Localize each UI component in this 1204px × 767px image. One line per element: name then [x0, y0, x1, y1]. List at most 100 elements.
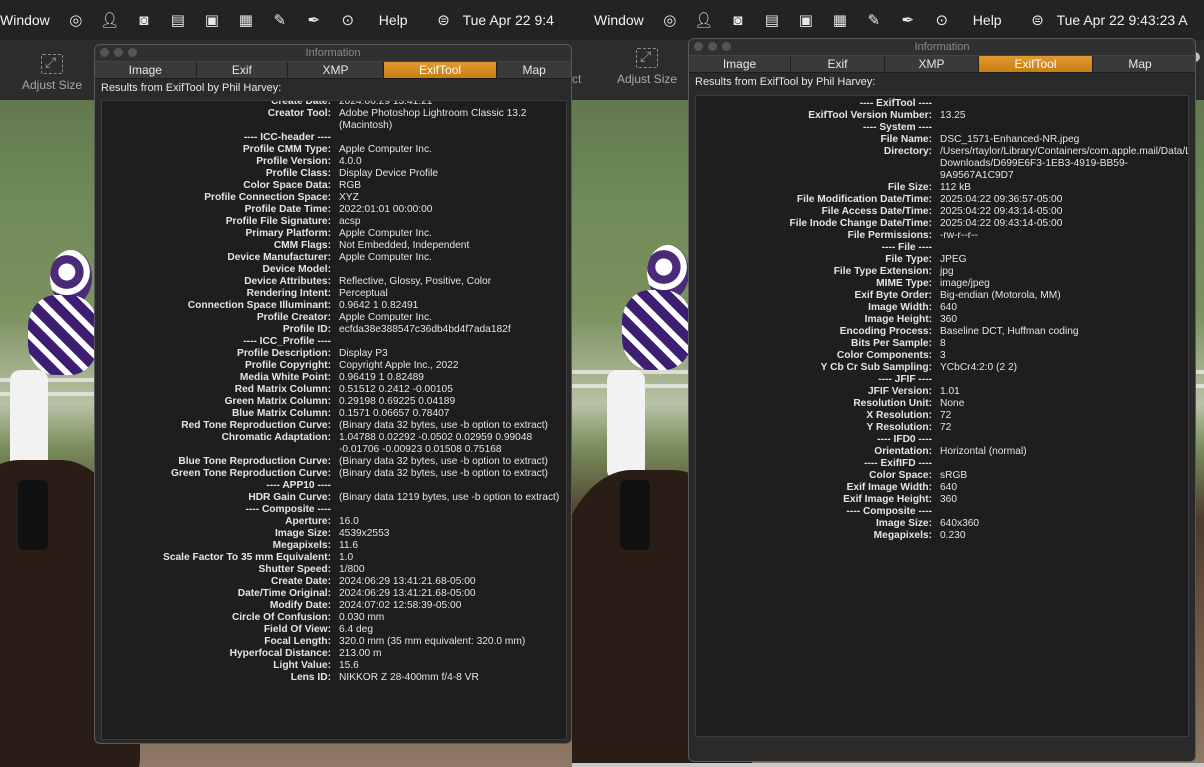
- control-center-icon[interactable]: ⊜: [1011, 11, 1045, 29]
- fountain-pen-icon[interactable]: ✒: [891, 11, 925, 29]
- section-header: ---- ExifTool ----: [696, 98, 1188, 110]
- person-icon[interactable]: 👤︎: [687, 11, 721, 29]
- field-value: 4.0.0: [339, 156, 362, 167]
- field-value: Display Device Profile: [339, 168, 439, 179]
- zoom-icon[interactable]: [722, 42, 731, 51]
- metadata-row: MIME Type: image/jpeg: [696, 278, 1188, 290]
- field-value: 2024:06:29 13:41:21.68-05:00: [339, 588, 476, 599]
- control-center-icon[interactable]: ⊜: [417, 11, 451, 29]
- window-titlebar: Information: [689, 39, 1195, 55]
- minimize-icon[interactable]: [708, 42, 717, 51]
- field-key: Green Matrix Column:: [224, 396, 331, 407]
- metadata-row: Green Tone Reproduction Curve: (Binary da…: [102, 468, 566, 480]
- tab-map[interactable]: Map: [497, 62, 571, 78]
- minimize-icon[interactable]: [114, 48, 123, 57]
- field-key: File Name:: [880, 134, 932, 145]
- clipboard-icon[interactable]: ▤: [161, 11, 195, 29]
- tab-image[interactable]: Image: [689, 56, 791, 72]
- clipboard-icon[interactable]: ▤: [755, 11, 789, 29]
- section-title: ---- File ----: [881, 242, 932, 253]
- adjust-size-button[interactable]: Adjust Size: [22, 54, 82, 92]
- field-key: Scale Factor To 35 mm Equivalent:: [163, 552, 331, 563]
- tab-image[interactable]: Image: [95, 62, 197, 78]
- section-header: ---- System ----: [696, 122, 1188, 134]
- field-value: Horizontal (normal): [940, 446, 1027, 457]
- section-header: ---- JFIF ----: [696, 374, 1188, 386]
- field-value: NIKKOR Z 28-400mm f/4-8 VR: [339, 672, 479, 683]
- field-key: File Inode Change Date/Time:: [789, 218, 932, 229]
- bottom-strip: [572, 763, 1204, 767]
- field-key: Color Space:: [869, 470, 932, 481]
- field-value: 360: [940, 494, 957, 505]
- results-list[interactable]: ---- ExifTool ---- ExifTool Version Numbe…: [695, 95, 1189, 737]
- fountain-pen-icon[interactable]: ✒: [297, 11, 331, 29]
- metadata-row: Image Width: 640: [696, 302, 1188, 314]
- adjust-size-label: Adjust Size: [22, 78, 83, 92]
- field-key: Profile File Signature:: [225, 216, 331, 227]
- field-key: Profile Creator:: [256, 312, 331, 323]
- metadata-row: Megapixels: 0.230: [696, 530, 1188, 542]
- field-value: [940, 98, 1180, 110]
- field-value: -rw-r--r--: [940, 230, 978, 241]
- results-label: Results from ExifTool by Phil Harvey:: [101, 82, 282, 94]
- close-icon[interactable]: [100, 48, 109, 57]
- adjust-size-button[interactable]: Adjust Size: [617, 48, 677, 86]
- toolbar-edge-label: ct: [572, 72, 582, 86]
- target-icon[interactable]: ◎: [59, 11, 93, 29]
- field-key: Field Of View:: [263, 624, 331, 635]
- field-key: Orientation:: [874, 446, 932, 457]
- zoom-icon[interactable]: [128, 48, 137, 57]
- field-value: [339, 264, 564, 276]
- calendar-icon[interactable]: ▦: [823, 11, 857, 29]
- field-value: [940, 374, 1180, 386]
- calendar-icon[interactable]: ▦: [229, 11, 263, 29]
- field-value: 72: [940, 422, 952, 433]
- tab-exiftool[interactable]: ExifTool: [979, 56, 1093, 72]
- tab-xmp[interactable]: XMP: [288, 62, 384, 78]
- tab-exiftool[interactable]: ExifTool: [383, 62, 498, 78]
- metadata-row: Directory: /Users/rtaylor/Library/Contain…: [696, 146, 1188, 182]
- field-key: Color Space Data:: [243, 180, 331, 191]
- field-value: [940, 242, 1180, 254]
- tab-map[interactable]: Map: [1093, 56, 1187, 72]
- menubar-clock[interactable]: Tue Apr 22 9:43:23 A: [1045, 12, 1188, 28]
- metadata-row: Create Date: 2024:06:29 13:41:21.68-05:00: [102, 576, 566, 588]
- gift-icon[interactable]: ▣: [195, 11, 229, 29]
- section-header: ---- Composite ----: [102, 504, 566, 516]
- person-icon[interactable]: 👤︎: [93, 11, 127, 29]
- tab-xmp[interactable]: XMP: [885, 56, 979, 72]
- tab-exif[interactable]: Exif: [197, 62, 289, 78]
- field-value: acsp: [339, 216, 361, 227]
- menu-help[interactable]: Help: [959, 12, 1011, 28]
- field-key: HDR Gain Curve:: [248, 492, 331, 503]
- menu-window[interactable]: Window: [0, 12, 59, 28]
- field-value: 3: [940, 350, 946, 361]
- field-key: Profile Description:: [237, 348, 331, 359]
- camera-icon[interactable]: ◙: [721, 12, 755, 29]
- field-value: Not Embedded, Independent: [339, 240, 470, 251]
- pen-icon[interactable]: ✎: [263, 11, 297, 29]
- results-list[interactable]: Create Date: 2024:06:29 13:41:21 Creator T…: [101, 100, 567, 740]
- section-header: ---- APP10 ----: [102, 480, 566, 492]
- section-header: ---- ExifIFD ----: [696, 458, 1188, 470]
- close-icon[interactable]: [694, 42, 703, 51]
- field-key: Light Value:: [273, 660, 331, 671]
- menu-help[interactable]: Help: [365, 12, 417, 28]
- target-icon[interactable]: ◎: [653, 11, 687, 29]
- camera-icon[interactable]: ◙: [127, 12, 161, 29]
- field-value: 2024:07:02 12:58:39-05:00: [339, 600, 462, 611]
- metadata-row: Circle Of Confusion: 0.030 mm: [102, 612, 566, 624]
- gift-icon[interactable]: ▣: [789, 11, 823, 29]
- field-value: 11.6: [339, 540, 359, 551]
- section-title: ---- System ----: [862, 122, 932, 133]
- field-key: Creator Tool:: [267, 108, 331, 119]
- field-value: (Binary data 1219 bytes, use -b option t…: [339, 492, 560, 503]
- menu-window[interactable]: Window: [572, 12, 653, 28]
- more-icon[interactable]: ⊙: [925, 11, 959, 29]
- more-icon[interactable]: ⊙: [331, 11, 365, 29]
- menubar-clock[interactable]: Tue Apr 22 9:4: [451, 12, 554, 28]
- section-title: ---- ICC-header ----: [243, 132, 331, 143]
- pen-icon[interactable]: ✎: [857, 11, 891, 29]
- field-key: Image Size:: [875, 518, 932, 529]
- tab-exif[interactable]: Exif: [791, 56, 885, 72]
